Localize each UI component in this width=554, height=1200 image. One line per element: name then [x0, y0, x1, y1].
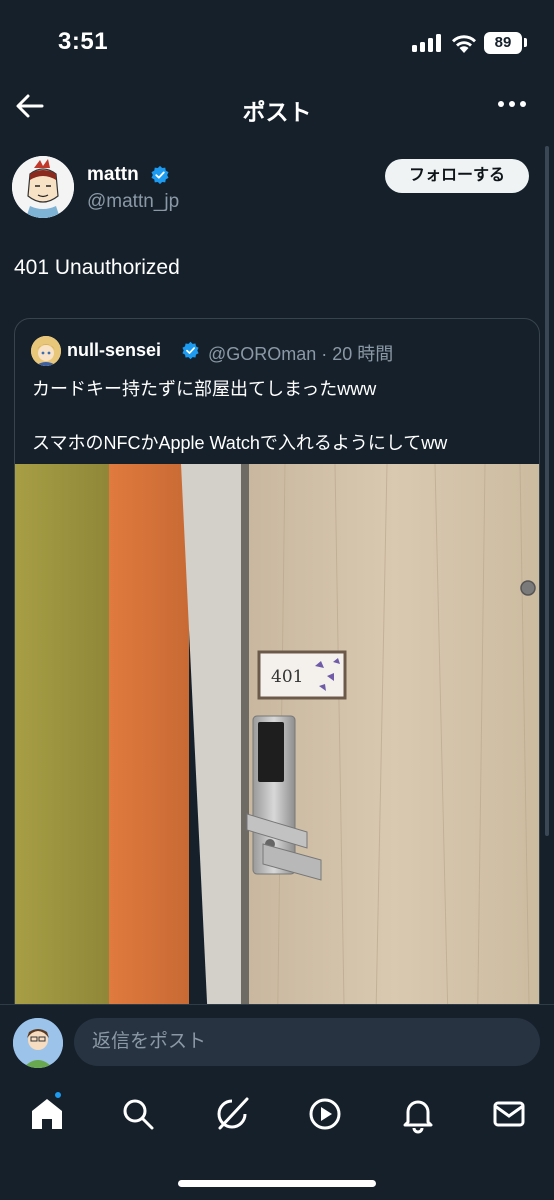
page-title: ポスト	[242, 99, 312, 125]
unread-dot-icon	[53, 1090, 63, 1100]
room-number: 401	[271, 667, 303, 687]
reply-input[interactable]	[74, 1018, 540, 1066]
door-photo[interactable]: 401	[15, 464, 540, 1038]
home-icon[interactable]	[27, 1094, 67, 1134]
follow-button[interactable]: フォローする	[385, 159, 529, 193]
notifications-icon[interactable]	[398, 1094, 438, 1134]
quote-text-line: カードキー持たずに部屋出てしまったwww	[32, 379, 377, 399]
home-indicator	[178, 1180, 376, 1187]
grok-icon[interactable]	[212, 1094, 252, 1134]
post-text: 401 Unauthorized	[14, 256, 180, 279]
quote-avatar[interactable]	[31, 336, 61, 366]
author-avatar[interactable]	[12, 156, 74, 218]
my-avatar[interactable]	[13, 1018, 63, 1068]
author-name[interactable]: mattn	[87, 164, 139, 186]
search-icon[interactable]	[118, 1094, 158, 1134]
battery-tip	[524, 38, 527, 47]
quote-verified-badge-icon	[182, 341, 199, 360]
scrollbar[interactable]	[545, 146, 549, 836]
messages-icon[interactable]	[489, 1094, 529, 1134]
video-icon[interactable]	[305, 1094, 345, 1134]
reply-bar	[0, 1004, 554, 1080]
verified-badge-icon	[151, 165, 169, 185]
author-handle[interactable]: @mattn_jp	[87, 191, 179, 213]
battery-indicator: 89	[484, 32, 522, 54]
more-options-icon[interactable]	[496, 100, 528, 112]
quote-meta: @GOROman · 20 時間	[208, 344, 394, 364]
nav-header: ポスト	[0, 80, 554, 132]
wifi-icon	[452, 35, 476, 53]
status-time: 3:51	[58, 28, 109, 55]
quote-author-name[interactable]: null-sensei	[67, 340, 161, 361]
status-bar: 3:51 89	[0, 0, 554, 80]
quote-text-line: スマホのNFCかApple Watchで入れるようにしてww	[32, 433, 448, 453]
cellular-signal-icon	[412, 34, 442, 52]
quoted-post[interactable]: null-sensei @GOROman · 20 時間 カードキー持たずに部屋…	[14, 318, 540, 1038]
